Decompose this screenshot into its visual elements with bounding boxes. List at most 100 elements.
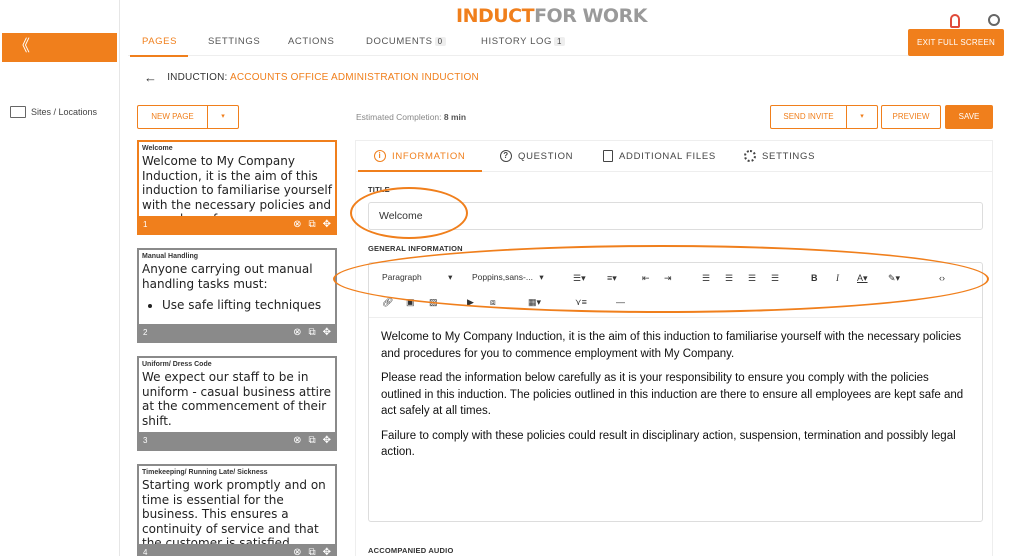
- page-card[interactable]: Uniform/ Dress Code We expect our staff …: [137, 356, 337, 451]
- sidebar-item-label: Sites / Locations: [31, 107, 98, 117]
- text-color-icon[interactable]: A▾: [857, 271, 868, 285]
- info-icon: i: [374, 150, 386, 162]
- move-icon[interactable]: ✥: [323, 327, 331, 338]
- title-label: TITLE: [368, 185, 390, 194]
- chevron-down-icon[interactable]: ▾: [847, 106, 877, 128]
- delete-icon[interactable]: ⊗: [293, 327, 301, 338]
- delete-icon[interactable]: ⊗: [293, 219, 301, 230]
- accompanied-audio-label: ACCOMPANIED AUDIO: [368, 546, 454, 555]
- tab-additional-files[interactable]: ADDITIONAL FILES: [603, 150, 716, 162]
- paragraph-format-select[interactable]: Paragraph ▾: [382, 272, 452, 283]
- editor-toolbar: Paragraph ▾ Poppins,sans-... ▾ ☰▾ ≡▾ ⇤ ⇥…: [369, 263, 982, 318]
- page-card[interactable]: Timekeeping/ Running Late/ Sickness Star…: [137, 464, 337, 556]
- delete-icon[interactable]: ⊗: [293, 547, 301, 556]
- align-center-icon[interactable]: ☰: [725, 271, 733, 285]
- outdent-icon[interactable]: ⇤: [642, 271, 650, 285]
- tab-information-label: INFORMATION: [392, 150, 466, 162]
- question-icon: ?: [500, 150, 512, 162]
- breadcrumb-prefix: INDUCTION:: [167, 72, 228, 83]
- bullet-list-icon[interactable]: ☰▾: [573, 271, 586, 285]
- estimated-completion: Estimated Completion: 8 min: [356, 112, 466, 122]
- duplicate-icon[interactable]: ⧉: [308, 547, 315, 556]
- move-icon[interactable]: ✥: [323, 435, 331, 446]
- page-card-text: Anyone carrying out manual handling task…: [142, 262, 313, 291]
- duplicate-icon[interactable]: ⧉: [308, 435, 315, 446]
- highlight-icon[interactable]: ✎▾: [888, 271, 900, 285]
- more-formatting-icon[interactable]: ⋎≡: [575, 295, 587, 309]
- brand-part1: INDUCT: [456, 5, 535, 27]
- table-icon[interactable]: ▦▾: [528, 295, 541, 309]
- tab-settings[interactable]: SETTINGS: [208, 36, 260, 47]
- sidebar-collapse-button[interactable]: 《: [2, 33, 117, 62]
- chevron-down-icon[interactable]: ▾: [208, 106, 238, 128]
- title-input[interactable]: Welcome: [368, 202, 983, 230]
- notification-bell-icon[interactable]: [950, 14, 960, 28]
- tab-page-settings-label: SETTINGS: [762, 150, 816, 162]
- tab-history-log[interactable]: HISTORY LOG 1: [481, 36, 566, 47]
- save-button[interactable]: SAVE: [945, 105, 993, 129]
- link-icon[interactable]: 🔗︎: [382, 295, 393, 309]
- file-icon: [603, 150, 613, 162]
- video-icon[interactable]: ▶: [467, 295, 474, 309]
- align-right-icon[interactable]: ☰: [748, 271, 756, 285]
- tab-pages[interactable]: PAGES: [142, 36, 177, 47]
- brand-logo: INDUCTFOR WORK: [456, 5, 647, 27]
- exit-full-screen-button[interactable]: EXIT FULL SCREEN: [908, 29, 1004, 56]
- tab-question[interactable]: ? QUESTION: [500, 150, 573, 162]
- chevrons-left-icon: 《: [14, 38, 31, 55]
- align-justify-icon[interactable]: ☰: [771, 271, 779, 285]
- gallery-icon[interactable]: ▨: [429, 295, 438, 309]
- sidebar-item-sites[interactable]: Sites / Locations: [10, 106, 97, 118]
- rich-text-editor: Paragraph ▾ Poppins,sans-... ▾ ☰▾ ≡▾ ⇤ ⇥…: [368, 262, 983, 522]
- page-number: 2: [143, 328, 148, 337]
- documents-count-badge: 0: [434, 37, 446, 46]
- send-invite-button[interactable]: SEND INVITE: [771, 106, 847, 128]
- image-icon[interactable]: ▣: [406, 295, 415, 309]
- embed-media-icon[interactable]: ⧈: [490, 295, 496, 309]
- tab-documents[interactable]: DOCUMENTS 0: [366, 36, 446, 47]
- brand-part2: FOR WORK: [534, 5, 647, 27]
- page-card-body: Anyone carrying out manual handling task…: [139, 262, 335, 324]
- tab-actions[interactable]: ACTIONS: [288, 36, 334, 47]
- bold-icon[interactable]: B: [811, 271, 818, 285]
- editor-tabs: i INFORMATION ? QUESTION ADDITIONAL FILE…: [356, 141, 992, 172]
- tab-history-label: HISTORY LOG: [481, 36, 553, 47]
- italic-icon[interactable]: I: [836, 271, 839, 285]
- editor-content[interactable]: Welcome to My Company Induction, it is t…: [381, 329, 970, 469]
- numbered-list-icon[interactable]: ≡▾: [607, 271, 617, 285]
- tab-page-settings[interactable]: SETTINGS: [744, 150, 815, 162]
- page-card-bullet: Use safe lifting techniques: [162, 298, 332, 313]
- buildings-icon: [10, 106, 26, 118]
- gear-icon[interactable]: [988, 14, 1000, 26]
- editor-paragraph: Please read the information below carefu…: [381, 372, 964, 417]
- indent-icon[interactable]: ⇥: [664, 271, 672, 285]
- send-invite-split-button: SEND INVITE ▾: [770, 105, 878, 129]
- duplicate-icon[interactable]: ⧉: [308, 327, 315, 338]
- page-card-footer: 3 ⊗ ⧉ ✥: [139, 432, 335, 449]
- format-value: Paragraph: [382, 272, 422, 282]
- new-page-split-button: NEW PAGE ▾: [137, 105, 239, 129]
- new-page-button[interactable]: NEW PAGE: [138, 106, 208, 128]
- page-editor-panel: i INFORMATION ? QUESTION ADDITIONAL FILE…: [355, 140, 993, 556]
- page-number: 1: [143, 220, 148, 229]
- tab-additional-files-label: ADDITIONAL FILES: [619, 150, 716, 162]
- page-card[interactable]: Welcome Welcome to My Company Induction,…: [137, 140, 337, 235]
- page-card-footer: 2 ⊗ ⧉ ✥: [139, 324, 335, 341]
- page-card-title: Timekeeping/ Running Late/ Sickness: [142, 469, 268, 476]
- estimated-value: 8 min: [443, 112, 467, 122]
- duplicate-icon[interactable]: ⧉: [308, 219, 315, 230]
- code-view-icon[interactable]: ‹›: [939, 271, 945, 285]
- page-card[interactable]: Manual Handling Anyone carrying out manu…: [137, 248, 337, 343]
- tab-information[interactable]: i INFORMATION: [374, 150, 466, 162]
- page-card-body: Welcome to My Company Induction, it is t…: [142, 154, 332, 216]
- font-family-select[interactable]: Poppins,sans-... ▾: [472, 272, 544, 283]
- back-arrow-icon[interactable]: ←: [144, 70, 157, 85]
- horizontal-rule-icon[interactable]: —: [616, 295, 625, 309]
- breadcrumb-induction-name[interactable]: ACCOUNTS OFFICE ADMINISTRATION INDUCTION: [230, 72, 479, 83]
- delete-icon[interactable]: ⊗: [293, 435, 301, 446]
- move-icon[interactable]: ✥: [323, 219, 331, 230]
- move-icon[interactable]: ✥: [323, 547, 331, 556]
- editor-paragraph: Welcome to My Company Induction, it is t…: [381, 331, 962, 360]
- align-left-icon[interactable]: ☰: [702, 271, 710, 285]
- preview-button[interactable]: PREVIEW: [881, 105, 941, 129]
